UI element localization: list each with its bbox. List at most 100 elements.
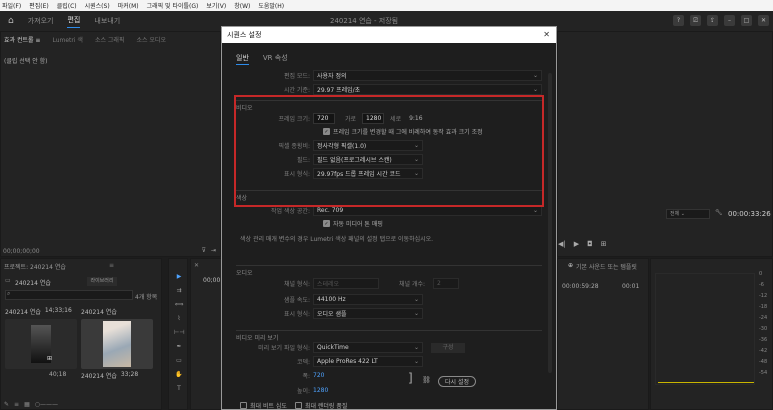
tab-effect-controls[interactable]: 효과 컨트롤 ≡ [4, 35, 40, 44]
max-render-checkbox[interactable] [294, 402, 302, 409]
library-button[interactable]: 라이브러리 [87, 277, 117, 286]
slip-icon[interactable]: ⊢⊣ [174, 329, 184, 337]
menu-clip[interactable]: 클립(C) [57, 1, 77, 10]
step-back-icon[interactable]: ◀| [558, 240, 566, 248]
razor-icon[interactable]: ⌇ [174, 315, 184, 323]
essential-sound-label: ⊕ 기본 사운드 또는 템플릿 [568, 262, 637, 271]
dialog-tabs: 일반 VR 속성 [236, 53, 288, 65]
timebase-select[interactable]: 29.97 프레임/초 ⌄ [313, 84, 542, 95]
tab-source-audio[interactable]: 소스 오디오 [136, 35, 166, 44]
button-editor-icon[interactable]: ⊞ [601, 240, 607, 248]
tab-source-graphics[interactable]: 소스 그래픽 [95, 35, 125, 44]
effect-controls-panel: 효과 컨트롤 ≡ Lumetri 색 소스 그래픽 소스 오디오 (클립 선택 … [0, 31, 221, 257]
menu-file[interactable]: 파일(F) [2, 1, 21, 10]
wrench-icon[interactable]: 🔧︎ [715, 209, 723, 216]
hand-icon[interactable]: ✋ [174, 371, 184, 379]
close-window-icon[interactable]: ✕ [758, 15, 769, 26]
export-frame-icon[interactable]: ⇥ [211, 247, 216, 254]
menu-window[interactable]: 창(W) [234, 1, 250, 10]
chevron-down-icon: ⌄ [532, 72, 538, 79]
timeline-time-1: 00:00:59:28 [562, 283, 599, 290]
export-icon[interactable]: ⇪ [707, 15, 718, 26]
home-icon[interactable]: ⌂ [8, 16, 14, 26]
rectangle-icon[interactable]: ▭ [174, 357, 184, 365]
menu-marker[interactable]: 마커(M) [118, 1, 139, 10]
edit-mode-select[interactable]: 사용자 정의 ⌄ [313, 70, 542, 81]
auto-tone-checkbox[interactable]: ✓ [323, 220, 330, 227]
clip-card-1-header[interactable]: 240214 연습 14;33;16 [5, 307, 77, 317]
panel-menu-icon[interactable]: ≡ [109, 262, 114, 269]
channel-count-input[interactable]: 2 [433, 278, 460, 289]
selection-tool-icon[interactable]: ▶ [174, 273, 184, 281]
max-bit-checkbox[interactable] [240, 402, 247, 409]
configure-button[interactable]: 구성 [431, 342, 465, 353]
red-highlight-box [234, 95, 544, 207]
chevron-down-icon: ⌄ [532, 207, 538, 214]
pen-icon[interactable]: ✒ [174, 343, 184, 351]
close-icon[interactable]: ✕ [543, 30, 550, 39]
tab-general[interactable]: 일반 [236, 53, 249, 65]
sample-rate-select[interactable]: 44100 Hz ⌄ [313, 294, 423, 305]
track-select-icon[interactable]: ⇉ [174, 287, 184, 295]
working-color-value: Rec. 709 [317, 207, 344, 214]
add-icon[interactable]: ⊕ [568, 262, 573, 271]
project-title[interactable]: 프로젝트: 240214 연습 [4, 262, 66, 271]
tools-panel: ▶ ⇉ ⟺ ⌇ ⊢⊣ ✒ ▭ ✋ T [168, 258, 188, 410]
clip-card-2-header[interactable]: 240214 연습 [81, 307, 153, 317]
clip-thumbnail-1[interactable]: ⊞ [5, 319, 77, 369]
document-title: 240214 연습 - 저장됨 [330, 17, 399, 25]
channel-format-select[interactable]: 스테레오 [313, 278, 379, 289]
zoom-slider[interactable]: ○——— [35, 401, 58, 408]
tab-export[interactable]: 내보내기 [94, 16, 120, 26]
meter-scale: 0 -6 -12 -18 -24 -30 -36 -42 -48 -54 [759, 271, 768, 376]
clip-card-4-header[interactable]: 240214 연습 33;28 [81, 371, 153, 381]
menu-view[interactable]: 보기(V) [206, 1, 226, 10]
search-field[interactable] [5, 290, 133, 300]
ripple-edit-icon[interactable]: ⟺ [174, 301, 184, 309]
timebase-value: 29.97 프레임/초 [317, 87, 361, 94]
fit-dropdown[interactable]: 전체 ⌄ [666, 209, 710, 219]
timeline-panel: ✕ 00;00 [190, 258, 222, 410]
preview-width-label: 폭: [302, 373, 310, 380]
meter-area [655, 273, 755, 385]
dialog-titlebar: 시퀀스 설정 [222, 27, 556, 43]
maximize-icon[interactable]: □ [741, 15, 752, 26]
camera-icon[interactable]: ◘ [587, 240, 593, 248]
tab-edit[interactable]: 편집 [67, 15, 81, 28]
menu-edit[interactable]: 편집(E) [29, 1, 49, 10]
list-view-icon[interactable]: ≡ [14, 401, 19, 408]
preview-width-value[interactable]: 720 [313, 372, 324, 379]
filter-icon[interactable]: ⊽ [202, 247, 206, 254]
sample-rate-label: 샘플 속도: [283, 297, 310, 304]
pencil-icon[interactable]: ✎ [4, 401, 9, 408]
workspace-icon[interactable]: ⎚ [690, 15, 701, 26]
play-icon[interactable]: ▶ [574, 240, 579, 248]
icon-view-icon[interactable]: ▦ [24, 401, 30, 408]
item-count: 4개 항목 [135, 294, 158, 301]
timeline-close-icon[interactable]: ✕ [194, 262, 199, 269]
clip-1-name: 240214 연습 [5, 309, 41, 316]
sequence-icon: ⊞ [47, 355, 53, 362]
audio-display-select[interactable]: 오디오 샘플 ⌄ [313, 308, 423, 319]
bin-folder-icon: ▭ [5, 277, 11, 284]
tab-import[interactable]: 가져오기 [28, 16, 54, 26]
reset-button[interactable]: 다시 설정 [438, 376, 476, 387]
link-icon[interactable]: ⛓ [422, 376, 431, 384]
preview-format-select[interactable]: QuickTime ⌄ [313, 342, 423, 353]
reset-label: 다시 설정 [445, 379, 469, 386]
dialog-scrollbar[interactable] [548, 73, 552, 373]
help-icon[interactable]: ? [673, 15, 684, 26]
bin-name: 240214 연습 [15, 280, 51, 287]
menu-help[interactable]: 도움말(H) [258, 1, 284, 10]
codec-select[interactable]: Apple ProRes 422 LT ⌄ [313, 356, 423, 367]
menu-graphics[interactable]: 그래픽 및 타이틀(G) [147, 1, 199, 10]
tab-vr-properties[interactable]: VR 속성 [263, 53, 288, 65]
menu-sequence[interactable]: 시퀀스(S) [85, 1, 110, 10]
tab-lumetri[interactable]: Lumetri 색 [52, 35, 83, 44]
channel-count-value: 2 [437, 280, 441, 287]
preview-height-value[interactable]: 1280 [313, 387, 328, 394]
type-icon[interactable]: T [174, 385, 184, 393]
clip-thumbnail-2[interactable] [81, 319, 153, 369]
color-note: 색상 관리 매개 변수의 경우 Lumetri 색상 패널의 설정 탭으로 이동… [240, 236, 434, 243]
minimize-icon[interactable]: – [724, 15, 735, 26]
